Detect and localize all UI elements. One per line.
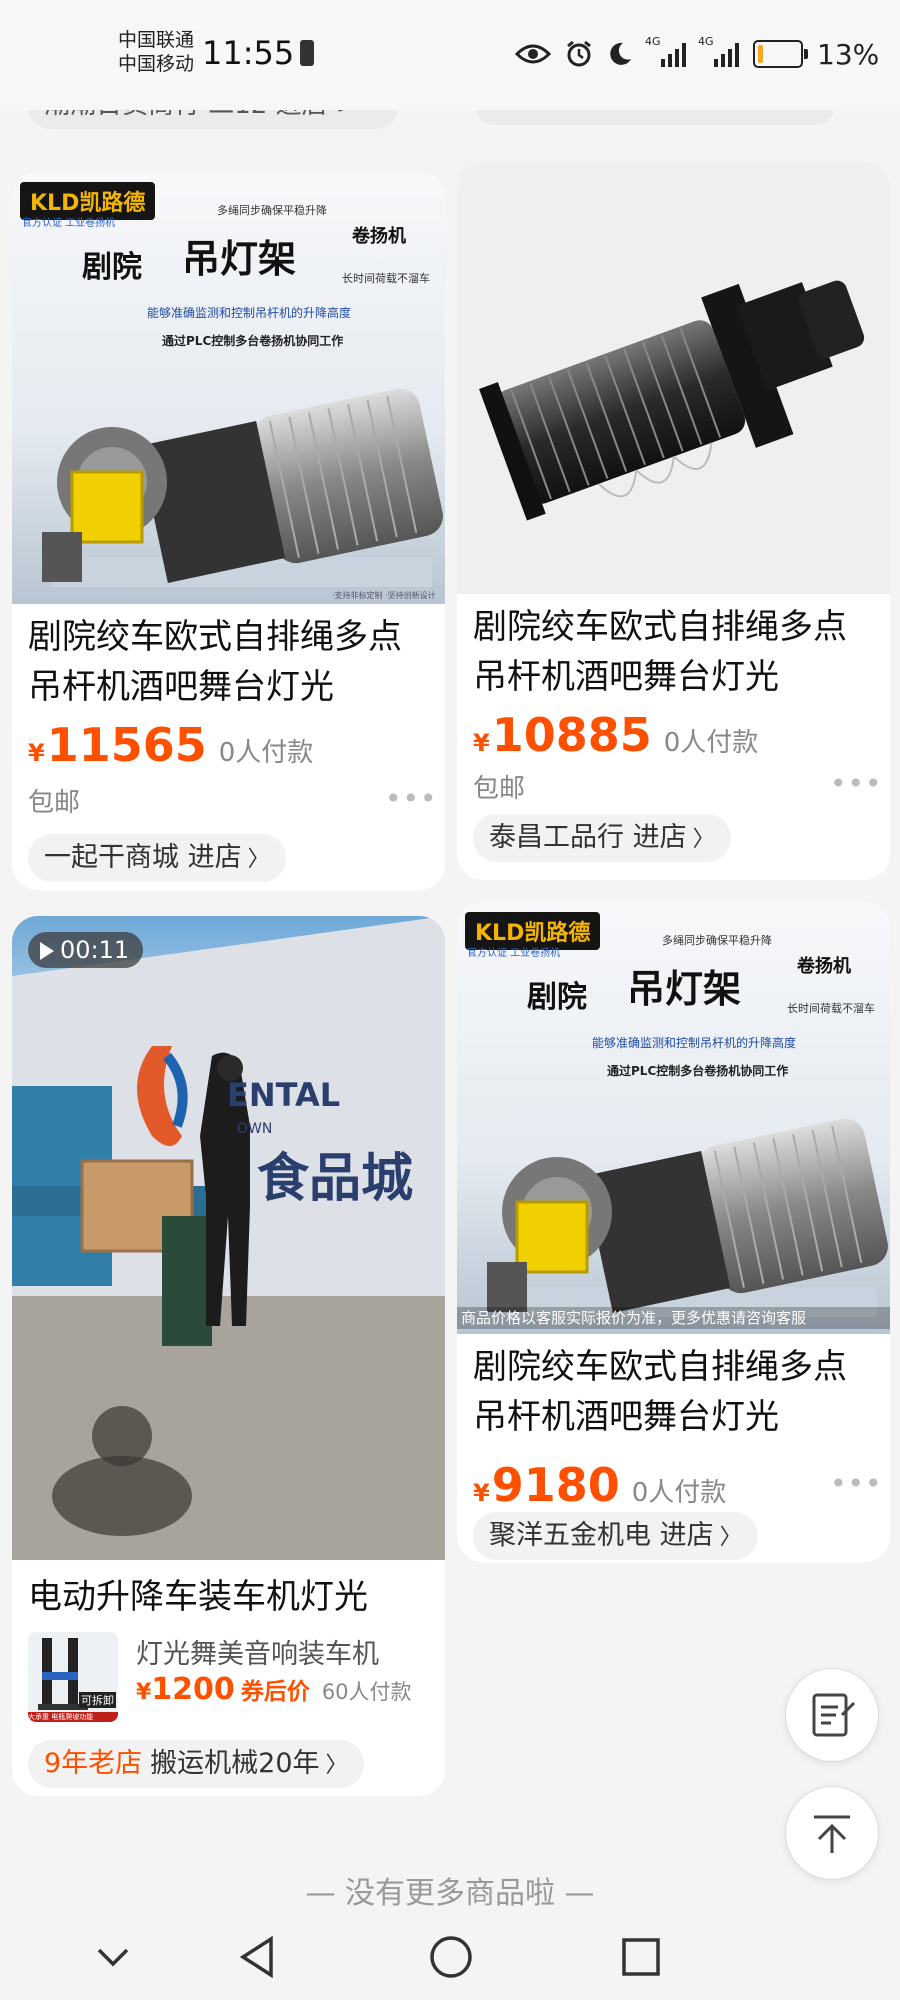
signal-2-icon: 4G xyxy=(698,35,739,67)
brand-subtitle: 官方认证 工业卷扬机 xyxy=(467,948,561,959)
chevron-right-icon: 〉 xyxy=(247,847,270,872)
promo-tag-1: 多绳同步确保平稳升降 xyxy=(217,204,327,217)
thumb-foot: 大承重 电瓶爬坡功能 xyxy=(28,1712,118,1722)
product-title[interactable]: 电动升降车装车机灯光 xyxy=(12,1572,445,1622)
shop-name: 泰昌工品行 进店 xyxy=(489,822,687,853)
chevron-down-icon[interactable] xyxy=(93,1942,133,1972)
end-of-list-text: — 没有更多商品啦 — xyxy=(305,1876,595,1911)
promo-line-2: 通过PLC控制多台卷扬机协同工作 xyxy=(162,334,344,348)
battery-saver-icon xyxy=(300,40,314,66)
clock: 11:55 xyxy=(202,34,295,72)
carrier-names: 中国联通 中国移动 xyxy=(118,28,194,76)
product-video[interactable]: ENTAL OWN 食品城 00:11 xyxy=(12,916,445,1560)
promo-word-2: 吊灯架 xyxy=(182,237,297,281)
shop-age-badge: 9年老店 xyxy=(44,1748,143,1779)
status-bar: 中国联通 中国移动 11:55 4G 4G 13% xyxy=(0,0,900,110)
play-icon xyxy=(40,942,54,960)
alarm-icon xyxy=(567,40,591,67)
thumb-tag: 可拆卸 xyxy=(79,1692,116,1708)
battery-icon xyxy=(753,40,808,68)
promo-word-2: 吊灯架 xyxy=(627,967,742,1011)
product-card[interactable]: ENTAL OWN 食品城 00:11 电动升降车装车机灯光 可拆卸 大承重 电… xyxy=(12,916,445,1796)
paid-count: 0人付款 xyxy=(663,728,759,758)
related-thumbnail[interactable]: 可拆卸 大承重 电瓶爬坡功能 xyxy=(28,1632,118,1722)
product-card[interactable]: 剧院绞车欧式自排绳多点吊杆机酒吧舞台灯光 ¥ 10885 0人付款 包邮 •••… xyxy=(457,162,890,880)
brand-subtitle: 官方认证 工业卷扬机 xyxy=(22,218,116,229)
promo-word-1: 剧院 xyxy=(527,980,587,1015)
do-not-disturb-moon-icon xyxy=(610,42,631,65)
promo-word-3: 卷扬机 xyxy=(352,226,406,247)
more-options-icon[interactable]: ••• xyxy=(830,767,883,800)
shop-name: 搬运机械20年 xyxy=(150,1748,320,1779)
promo-word-1: 剧院 xyxy=(82,250,142,285)
chevron-right-icon: 〉 xyxy=(719,1525,742,1550)
sign-text-en-2: OWN xyxy=(237,1121,273,1137)
sign-text-en: ENTAL xyxy=(227,1076,341,1114)
shipping-label: 包邮 xyxy=(473,774,526,804)
product-title[interactable]: 剧院绞车欧式自排绳多点吊杆机酒吧舞台灯光 xyxy=(457,602,890,702)
product-price: ¥ 9180 0人付款 xyxy=(473,1458,727,1512)
shop-link[interactable]: 一起干商城 进店〉 xyxy=(28,834,286,882)
product-title[interactable]: 剧院绞车欧式自排绳多点吊杆机酒吧舞台灯光 xyxy=(457,1342,890,1442)
product-price: ¥ 10885 0人付款 xyxy=(473,708,759,762)
back-triangle-icon[interactable] xyxy=(237,1935,277,1979)
back-to-top-button[interactable] xyxy=(785,1786,879,1880)
shop-link[interactable]: 泰昌工品行 进店〉 xyxy=(473,814,731,862)
edit-note-icon xyxy=(812,1693,856,1737)
related-price: ¥ 1200 券后价 60人付款 xyxy=(136,1672,412,1707)
product-card[interactable]: KLD凯路德 官方认证 工业卷扬机 多绳同步确保平稳升降 剧院 吊灯架 卷扬机 … xyxy=(457,902,890,1562)
promo-line-1: 能够准确监测和控制吊杆机的升降高度 xyxy=(147,306,352,320)
promo-tag-1: 多绳同步确保平稳升降 xyxy=(662,934,772,947)
shop-link[interactable]: 聚洋五金机电 进店〉 xyxy=(473,1512,758,1560)
recent-square-icon[interactable] xyxy=(620,1936,662,1978)
more-options-icon[interactable]: ••• xyxy=(385,782,438,815)
chevron-right-icon: 〉 xyxy=(692,827,715,852)
promo-word-3: 卷扬机 xyxy=(797,956,851,977)
status-icons: 4G 4G 13% xyxy=(515,34,879,74)
product-image[interactable] xyxy=(457,162,890,594)
product-image[interactable]: KLD凯路德 官方认证 工业卷扬机 多绳同步确保平稳升降 剧院 吊灯架 卷扬机 … xyxy=(12,172,445,604)
product-title[interactable]: 剧院绞车欧式自排绳多点吊杆机酒吧舞台灯光 xyxy=(12,612,445,712)
carrier-1: 中国联通 xyxy=(118,29,195,51)
paid-count: 60人付款 xyxy=(321,1680,412,1704)
paid-count: 0人付款 xyxy=(631,1478,727,1508)
back-to-top-icon xyxy=(814,1815,850,1853)
chevron-right-icon: 〉 xyxy=(325,1753,348,1778)
shop-link[interactable]: 9年老店 搬运机械20年〉 xyxy=(28,1740,364,1788)
promo-line-1: 能够准确监测和控制吊杆机的升降高度 xyxy=(592,1036,797,1050)
shop-name: 聚洋五金机电 进店 xyxy=(489,1520,714,1551)
promo-line-2: 通过PLC控制多台卷扬机协同工作 xyxy=(607,1064,789,1078)
promo-tag-2: 长时间荷载不溜车 xyxy=(787,1002,875,1015)
eye-icon xyxy=(515,44,551,64)
video-duration-badge: 00:11 xyxy=(28,932,144,968)
edit-note-button[interactable] xyxy=(785,1668,879,1762)
shipping-label: 包邮 xyxy=(28,788,81,818)
more-options-icon[interactable]: ••• xyxy=(830,1467,883,1500)
product-image[interactable]: KLD凯路德 官方认证 工业卷扬机 多绳同步确保平稳升降 剧院 吊灯架 卷扬机 … xyxy=(457,902,890,1334)
promo-foot: ·支持非标定制 ·坚持创新设计 xyxy=(332,591,436,600)
sign-text-cn: 食品城 xyxy=(257,1149,414,1209)
product-card[interactable]: KLD凯路德 官方认证 工业卷扬机 多绳同步确保平稳升降 剧院 吊灯架 卷扬机 … xyxy=(12,172,445,890)
paid-count: 0人付款 xyxy=(218,738,314,768)
home-circle-icon[interactable] xyxy=(428,1934,474,1980)
carrier-2: 中国移动 xyxy=(118,53,195,75)
signal-1-icon: 4G xyxy=(645,35,686,67)
battery-percent: 13% xyxy=(817,37,880,71)
shop-name: 一起干商城 进店 xyxy=(44,842,242,873)
related-title[interactable]: 灯光舞美音响装车机 xyxy=(136,1632,379,1671)
system-nav-bar xyxy=(0,1920,900,2000)
price-disclaimer: 商品价格以客服实际报价为准，更多优惠请咨询客服 xyxy=(457,1307,890,1329)
promo-tag-2: 长时间荷载不溜车 xyxy=(342,272,430,285)
coupon-label: 券后价 xyxy=(240,1679,310,1705)
product-price: ¥ 11565 0人付款 xyxy=(28,718,314,772)
